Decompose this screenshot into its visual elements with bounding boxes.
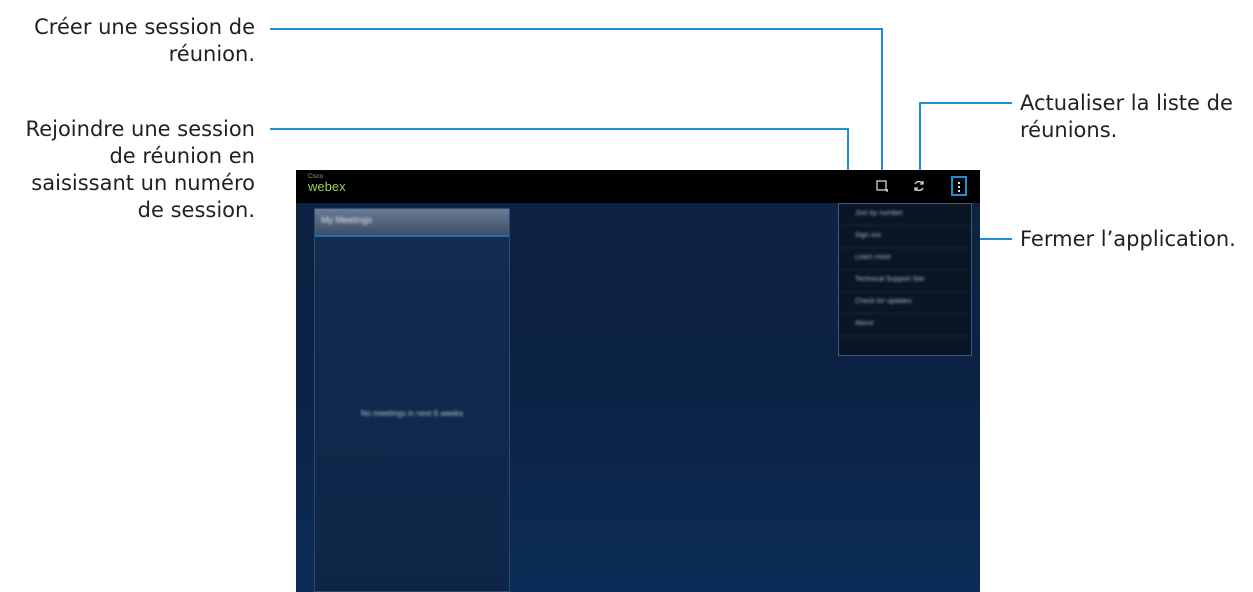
webex-logo: Cisco webex xyxy=(308,174,346,194)
action-bar: Cisco webex xyxy=(296,170,980,203)
callout-line: Actualiser la liste de xyxy=(1020,91,1233,115)
menu-item-sign-out[interactable]: Sign out xyxy=(839,226,971,248)
menu-item-join-by-number[interactable]: Join by number xyxy=(839,204,971,226)
my-meetings-panel: My Meetings No meetings in next 6 weeks xyxy=(314,208,510,592)
callout-line: de réunion en xyxy=(109,144,255,168)
app-screen: Cisco webex My Meetings No meetings in n… xyxy=(296,170,980,592)
callout-line: Fermer l’application. xyxy=(1020,227,1236,251)
menu-item-about[interactable]: About xyxy=(839,314,971,336)
refresh-icon[interactable] xyxy=(912,179,926,193)
empty-meetings-message: No meetings in next 6 weeks xyxy=(360,409,464,418)
callout-line: Rejoindre une session xyxy=(25,117,255,141)
new-meeting-icon[interactable] xyxy=(875,179,889,193)
leader-refresh xyxy=(919,102,1012,180)
overflow-menu-icon[interactable] xyxy=(951,176,967,196)
menu-item-check-updates[interactable]: Check for updates xyxy=(839,292,971,314)
brand-name: webex xyxy=(308,179,346,194)
overflow-menu: Join by number Sign out Learn more Techn… xyxy=(838,203,972,356)
callout-refresh-list: Actualiser la liste de réunions. xyxy=(1020,90,1233,144)
menu-item-learn-more[interactable]: Learn more xyxy=(839,248,971,270)
callout-line: réunions. xyxy=(1020,118,1118,142)
callout-line: de session. xyxy=(137,198,255,222)
callout-join-session: Rejoindre une session de réunion en sais… xyxy=(26,116,255,224)
menu-item-technical-support[interactable]: Technical Support Site xyxy=(839,270,971,292)
callout-create-session: Créer une session de réunion. xyxy=(34,14,255,68)
callout-line: saisissant un numéro xyxy=(31,171,255,195)
leader-create xyxy=(270,28,883,180)
callout-close-app: Fermer l’application. xyxy=(1020,226,1236,253)
panel-title: My Meetings xyxy=(321,215,373,225)
callout-line: Créer une session de xyxy=(34,15,255,39)
callout-line: réunion. xyxy=(168,42,255,66)
